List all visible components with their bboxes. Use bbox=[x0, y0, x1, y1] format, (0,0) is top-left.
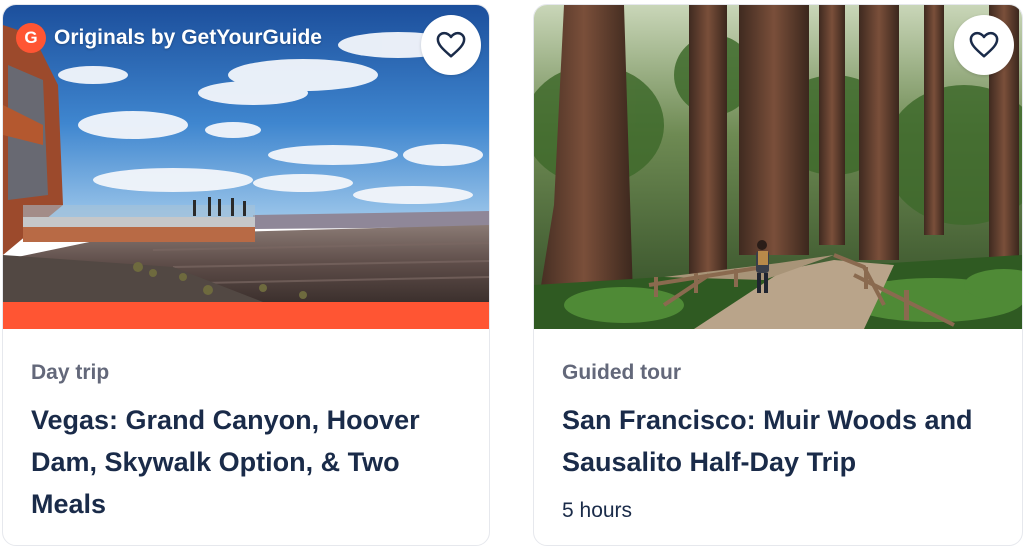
activity-photo-grand-canyon[interactable]: G Originals by GetYourGuide bbox=[3, 5, 489, 302]
activity-title[interactable]: Vegas: Grand Canyon, Hoover Dam, Skywalk… bbox=[31, 399, 465, 525]
heart-outline-icon bbox=[969, 31, 999, 58]
activity-category: Day trip bbox=[31, 361, 110, 384]
card-content: Day trip Vegas: Grand Canyon, Hoover Dam… bbox=[31, 359, 465, 525]
activity-title[interactable]: San Francisco: Muir Woods and Sausalito … bbox=[562, 399, 998, 483]
activity-photo-muir-woods[interactable] bbox=[534, 5, 1022, 329]
activity-duration: 5 hours bbox=[562, 499, 633, 522]
getyourguide-logo-icon: G bbox=[16, 23, 46, 53]
activity-category: Guided tour bbox=[562, 361, 681, 384]
add-to-wishlist-button[interactable] bbox=[954, 15, 1014, 75]
originals-accent-bar bbox=[3, 302, 489, 329]
add-to-wishlist-button[interactable] bbox=[421, 15, 481, 75]
originals-badge: G Originals by GetYourGuide bbox=[16, 23, 322, 53]
activity-card-muir-woods[interactable]: Guided tour San Francisco: Muir Woods an… bbox=[533, 4, 1023, 546]
originals-badge-label: Originals by GetYourGuide bbox=[54, 26, 322, 49]
muir-woods-redwoods-image bbox=[534, 5, 1022, 329]
heart-outline-icon bbox=[436, 31, 466, 58]
card-content: Guided tour San Francisco: Muir Woods an… bbox=[562, 359, 998, 525]
activity-card-grand-canyon[interactable]: G Originals by GetYourGuide Day trip Veg… bbox=[2, 4, 490, 546]
